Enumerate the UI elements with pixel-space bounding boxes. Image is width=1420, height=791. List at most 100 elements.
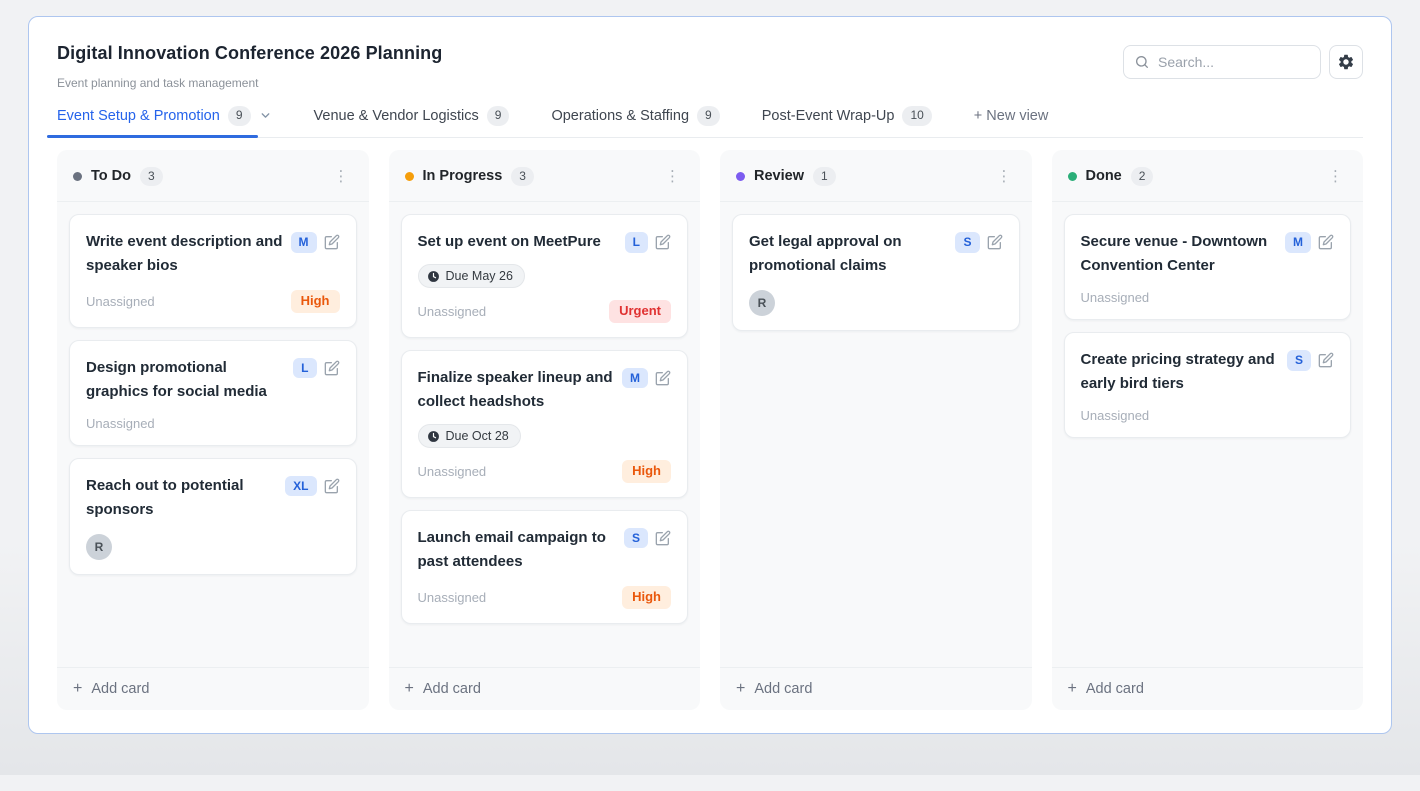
kebab-menu-icon[interactable]: ⋮	[661, 167, 684, 186]
column-header: In Progress3⋮	[389, 150, 701, 203]
task-card[interactable]: Create pricing strategy and early bird t…	[1064, 332, 1352, 438]
card-title: Launch email campaign to past attendees	[418, 526, 616, 574]
priority-badge: Urgent	[609, 300, 671, 323]
card-badges: M	[291, 232, 340, 252]
card-badges: XL	[285, 476, 339, 496]
card-title: Design promotional graphics for social m…	[86, 356, 285, 404]
task-card[interactable]: Secure venue - Downtown Convention Cente…	[1064, 214, 1352, 320]
add-card-label: Add card	[423, 681, 481, 697]
header-titles: Digital Innovation Conference 2026 Plann…	[57, 43, 442, 90]
card-bottom-row: Unassigned	[1081, 290, 1335, 305]
search-icon	[1134, 54, 1150, 70]
card-bottom-row: UnassignedHigh	[86, 290, 340, 313]
kebab-menu-icon[interactable]: ⋮	[330, 167, 353, 186]
task-card[interactable]: Write event description and speaker bios…	[69, 214, 357, 328]
size-badge: L	[293, 358, 316, 378]
settings-button[interactable]	[1329, 45, 1363, 79]
card-badges: M	[1285, 232, 1334, 252]
size-badge: M	[1285, 232, 1311, 252]
task-card[interactable]: Set up event on MeetPure L Due May 26 Unass…	[401, 214, 689, 338]
size-badge: S	[624, 528, 648, 548]
edit-pencil-icon[interactable]	[1318, 234, 1334, 250]
tab-count-badge: 9	[697, 106, 720, 126]
add-card-label: Add card	[1086, 681, 1144, 697]
assignee-label: Unassigned	[86, 416, 155, 431]
new-view-button[interactable]: + New view	[974, 108, 1049, 137]
edit-pencil-icon[interactable]	[655, 530, 671, 546]
column-to-do: To Do 3 ⋮ Write event description and speak…	[57, 150, 369, 710]
assignee-label: Unassigned	[418, 304, 487, 319]
edit-pencil-icon[interactable]	[987, 234, 1003, 250]
column-header: To Do 3 ⋮	[57, 150, 369, 203]
clock-icon	[427, 430, 440, 443]
column-count-badge: 3	[140, 167, 163, 187]
card-bottom-row: Unassigned High	[418, 460, 672, 483]
add-card-button[interactable]: + Add card	[389, 667, 701, 710]
tab-label: Event Setup & Promotion	[57, 108, 220, 124]
task-card[interactable]: Design promotional graphics for social m…	[69, 340, 357, 446]
search-box[interactable]	[1123, 45, 1321, 79]
tab-post-event-wrap-up[interactable]: Post-Event Wrap-Up10	[762, 106, 932, 137]
add-card-button[interactable]: +Add card	[1052, 667, 1364, 710]
column-name: To Do	[91, 168, 131, 184]
view-tabs: Event Setup & Promotion 9 Venue & Vendor L…	[57, 106, 1363, 138]
card-top-row: Design promotional graphics for social m…	[86, 356, 340, 404]
tab-operations-staffing[interactable]: Operations & Staffing9	[551, 106, 719, 137]
task-card[interactable]: Reach out to potential sponsors XL R	[69, 458, 357, 575]
assignee-label: Unassigned	[418, 464, 487, 479]
card-title: Reach out to potential sponsors	[86, 474, 277, 522]
plus-icon: +	[405, 681, 414, 697]
due-date-chip: Due May 26	[418, 264, 525, 288]
task-card[interactable]: Get legal approval on promotional claims…	[732, 214, 1020, 331]
kanban-board: To Do 3 ⋮ Write event description and speak…	[57, 150, 1363, 710]
tab-venue-vendor-logistics[interactable]: Venue & Vendor Logistics9	[314, 106, 510, 137]
card-bottom-row: UnassignedHigh	[418, 586, 672, 609]
avatar: R	[749, 290, 775, 316]
edit-pencil-icon[interactable]	[1318, 352, 1334, 368]
header: Digital Innovation Conference 2026 Plann…	[57, 43, 1363, 90]
size-badge: XL	[285, 476, 316, 496]
plus-icon: +	[736, 681, 745, 697]
task-card[interactable]: Finalize speaker lineup and collect head…	[401, 350, 689, 498]
kebab-menu-icon[interactable]: ⋮	[993, 167, 1016, 186]
column-count-badge: 3	[511, 167, 534, 187]
card-top-row: Write event description and speaker bios…	[86, 230, 340, 278]
due-date-chip: Due Oct 28	[418, 424, 521, 448]
cards-list: Get legal approval on promotional claims…	[720, 202, 1032, 666]
card-top-row: Create pricing strategy and early bird t…	[1081, 348, 1335, 396]
tab-count-badge: 9	[228, 106, 251, 126]
card-bottom-row: Unassigned	[1081, 408, 1335, 423]
chevron-down-icon[interactable]	[259, 109, 272, 122]
card-badges: S	[624, 528, 671, 548]
edit-pencil-icon[interactable]	[324, 478, 340, 494]
size-badge: L	[625, 232, 648, 252]
card-title: Secure venue - Downtown Convention Cente…	[1081, 230, 1278, 278]
column-status-dot	[73, 172, 82, 181]
add-card-button[interactable]: + Add card	[720, 667, 1032, 710]
card-title: Finalize speaker lineup and collect head…	[418, 366, 615, 414]
tab-event-setup-promotion[interactable]: Event Setup & Promotion 9	[57, 106, 272, 137]
edit-pencil-icon[interactable]	[324, 360, 340, 376]
card-top-row: Reach out to potential sponsors XL	[86, 474, 340, 522]
column-header: Review1⋮	[720, 150, 1032, 203]
avatar: R	[86, 534, 112, 560]
edit-pencil-icon[interactable]	[655, 234, 671, 250]
cards-list: Write event description and speaker bios…	[57, 202, 369, 666]
priority-badge: High	[622, 460, 671, 483]
add-card-label: Add card	[754, 681, 812, 697]
edit-pencil-icon[interactable]	[655, 370, 671, 386]
plus-icon: +	[73, 681, 82, 697]
search-input[interactable]	[1158, 54, 1310, 70]
cards-list: Set up event on MeetPure L Due May 26 Unass…	[389, 202, 701, 666]
task-card[interactable]: Launch email campaign to past attendees S…	[401, 510, 689, 624]
app-panel: Digital Innovation Conference 2026 Plann…	[28, 16, 1392, 734]
edit-pencil-icon[interactable]	[324, 234, 340, 250]
card-title: Set up event on MeetPure	[418, 230, 617, 254]
add-card-button[interactable]: +Add card	[57, 667, 369, 710]
column-status-dot	[405, 172, 414, 181]
assignee-label: Unassigned	[1081, 290, 1150, 305]
clock-icon	[427, 270, 440, 283]
tab-main: Post-Event Wrap-Up10	[762, 106, 932, 126]
tab-label: Post-Event Wrap-Up	[762, 108, 895, 124]
kebab-menu-icon[interactable]: ⋮	[1324, 167, 1347, 186]
